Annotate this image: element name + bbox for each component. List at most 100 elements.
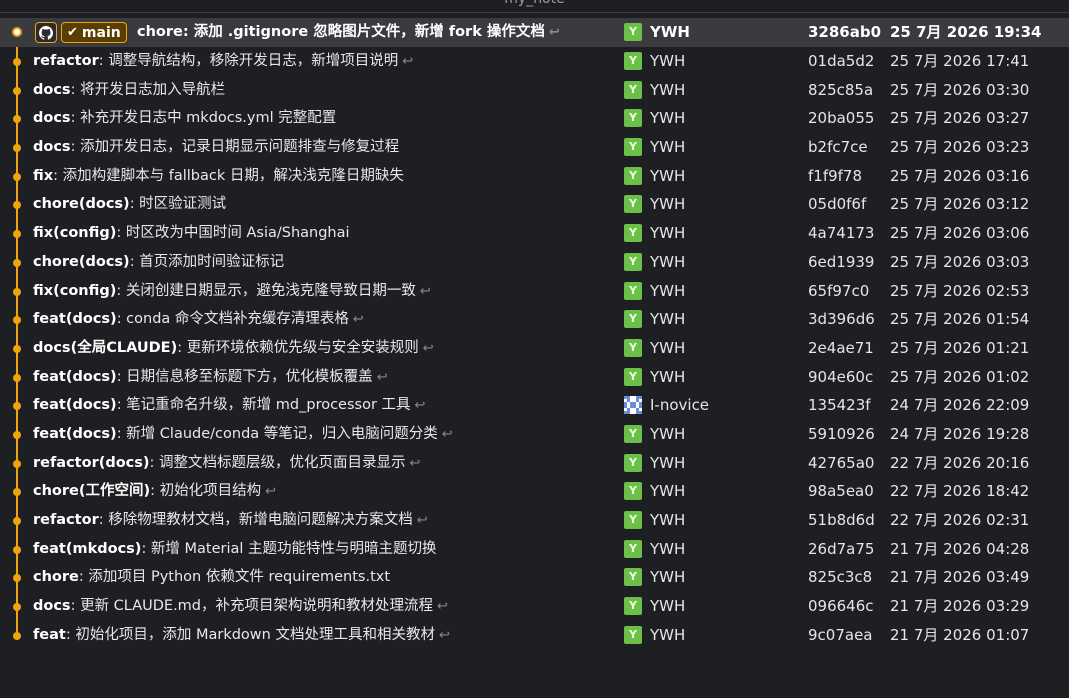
commit-row[interactable]: refactor: 调整导航结构，移除开发日志，新增项目说明 ↩ Y YWH 01da5… <box>0 47 1069 76</box>
commit-sha: b2fc7ce <box>808 138 868 157</box>
commit-type: refactor <box>33 53 99 69</box>
commit-type: chore: <box>137 24 189 40</box>
commit-author: YWH <box>650 138 686 157</box>
multiline-return-icon: ↩ <box>402 54 414 69</box>
commit-message: fix: 添加构建脚本与 fallback 日期，解决浅克隆日期缺失 <box>33 162 618 191</box>
commit-author: YWH <box>650 281 686 300</box>
commit-type: refactor(docs) <box>33 454 150 471</box>
commit-date: 24 7月 2026 19:28 <box>890 424 1030 443</box>
multiline-return-icon: ↩ <box>438 627 450 643</box>
commit-message: chore(docs): 首页添加时间验证标记 <box>33 248 618 277</box>
author-avatar: Y <box>624 281 642 300</box>
commit-message: feat: 初始化项目，添加 Markdown 文档处理工具和相关教材 ↩ <box>33 621 618 650</box>
commit-message: docs: 将开发日志加入导航栏 <box>33 76 618 105</box>
commit-row[interactable]: chore(docs): 时区验证测试 Y YWH 05d0f6f 25 7月 2026… <box>0 190 1069 219</box>
commit-sha: 42765a0 <box>808 453 875 472</box>
commit-row[interactable]: docs: 将开发日志加入导航栏 Y YWH 825c85a 25 7月 2026 03… <box>0 76 1069 105</box>
commit-sha: 26d7a75 <box>808 539 875 558</box>
commit-row-head[interactable]: ✔ main chore: 添加 .gitignore 忽略图片文件，新增 fork… <box>0 18 1069 47</box>
commit-row[interactable]: feat(docs): 日期信息移至标题下方，优化模板覆盖 ↩ Y YWH 904e60… <box>0 363 1069 392</box>
commit-date: 22 7月 2026 20:16 <box>890 453 1030 472</box>
commit-type: docs <box>33 110 71 127</box>
commit-node-dot <box>13 631 21 640</box>
commit-row[interactable]: chore: 添加项目 Python 依赖文件 requirements.txt… <box>0 563 1069 592</box>
commit-row[interactable]: feat(docs): 新增 Claude/conda 等笔记，归入电脑问题分类… <box>0 420 1069 449</box>
commit-date: 25 7月 2026 03:23 <box>890 138 1030 157</box>
commit-message: fix(config): 时区改为中国时间 Asia/Shanghai <box>33 219 618 248</box>
multiline-return-icon: ↩ <box>409 455 421 471</box>
commit-row[interactable]: fix: 添加构建脚本与 fallback 日期，解决浅克隆日期缺失 Y YWH f1… <box>0 162 1069 191</box>
multiline-return-icon: ↩ <box>265 484 277 500</box>
commit-sha: 3d396d6 <box>808 310 875 329</box>
commit-subject: : 更新 CLAUDE.md，补充项目架构说明和教材处理流程 <box>70 598 434 615</box>
commit-message: chore: 添加 .gitignore 忽略图片文件，新增 fork 操作文档… <box>137 18 617 47</box>
commit-row[interactable]: docs: 添加开发日志，记录日期显示问题排查与修复过程 Y YWH b2fc7ce 2… <box>0 133 1069 162</box>
commit-node-dot <box>13 488 21 497</box>
multiline-return-icon: ↩ <box>419 283 431 299</box>
commit-row[interactable]: feat(mkdocs): 新增 Material 主题功能特性与明暗主题切换 Y… <box>0 535 1069 564</box>
commit-type: chore(docs) <box>33 196 130 213</box>
commit-sha: 904e60c <box>808 367 874 386</box>
commit-type: refactor <box>33 512 99 528</box>
commit-date: 21 7月 2026 03:29 <box>890 597 1030 616</box>
commit-message: docs: 补充开发日志中 mkdocs.yml 完整配置 <box>33 104 618 133</box>
commit-row[interactable]: chore(工作空间): 初始化项目结构 ↩ Y YWH 98a5ea0 22 7月 20… <box>0 477 1069 506</box>
multiline-return-icon: ↩ <box>422 340 434 356</box>
commit-message: feat(docs): 笔记重命名升级，新增 md_processor 工具 ↩ <box>33 391 618 420</box>
commit-subject: 添加 .gitignore 忽略图片文件，新增 fork 操作文档 <box>188 24 545 40</box>
commit-subject: : 新增 Material 主题功能特性与明暗主题切换 <box>141 540 437 557</box>
commit-node-dot <box>13 574 21 583</box>
commit-node-dot <box>13 115 21 124</box>
commit-row[interactable]: refactor(docs): 调整文档标题层级，优化页面目录显示 ↩ Y YWH 42… <box>0 449 1069 478</box>
commit-author: YWH <box>650 338 686 357</box>
commit-date: 25 7月 2026 03:16 <box>890 166 1030 185</box>
commit-row[interactable]: chore(docs): 首页添加时间验证标记 Y YWH 6ed1939 25 7月 … <box>0 248 1069 277</box>
commit-message: refactor: 移除物理教材文档，新增电脑问题解决方案文档 ↩ <box>33 506 618 535</box>
commit-sha: f1f9f78 <box>808 166 863 185</box>
commit-node-dot <box>12 27 22 37</box>
commit-node-dot <box>13 230 21 239</box>
author-avatar: Y <box>624 195 642 214</box>
commit-message: chore(docs): 时区验证测试 <box>33 190 618 219</box>
commit-row[interactable]: docs(全局CLAUDE): 更新环境依赖优先级与安全安装规则 ↩ Y YWH 2e4… <box>0 334 1069 363</box>
commit-row[interactable]: fix(config): 关闭创建日期显示，避免浅克隆导致日期一致 ↩ Y YWH 65… <box>0 277 1069 306</box>
commit-message: fix(config): 关闭创建日期显示，避免浅克隆导致日期一致 ↩ <box>33 277 618 306</box>
commit-row[interactable]: refactor: 移除物理教材文档，新增电脑问题解决方案文档 ↩ Y YWH 51b8… <box>0 506 1069 535</box>
commit-date: 25 7月 2026 01:21 <box>890 338 1030 357</box>
commit-date: 25 7月 2026 03:03 <box>890 252 1030 271</box>
identicon-avatar <box>624 396 642 415</box>
commit-sha: 135423f <box>808 396 871 415</box>
github-remote-icon <box>35 22 57 43</box>
author-avatar: Y <box>624 80 642 99</box>
branch-name: main <box>81 24 121 41</box>
branch-badge-main[interactable]: ✔ main <box>61 22 127 43</box>
commit-author: YWH <box>650 453 686 472</box>
commit-node-dot <box>13 344 21 353</box>
commit-row[interactable]: fix(config): 时区改为中国时间 Asia/Shanghai Y YWH 4… <box>0 219 1069 248</box>
commit-subject: : 调整导航结构，移除开发日志，新增项目说明 <box>98 53 399 69</box>
commit-node-dot <box>13 86 21 95</box>
title-divider <box>0 12 1069 13</box>
author-avatar: Y <box>624 511 642 529</box>
commit-node-dot <box>13 172 21 181</box>
commit-author: YWH <box>650 109 686 128</box>
author-avatar: Y <box>624 539 642 558</box>
commit-type: fix <box>33 167 54 184</box>
commit-sha: 05d0f6f <box>808 195 867 214</box>
commit-type: docs <box>33 139 71 156</box>
commit-row[interactable]: docs: 补充开发日志中 mkdocs.yml 完整配置 Y YWH 20ba055… <box>0 104 1069 133</box>
commit-message: docs: 添加开发日志，记录日期显示问题排查与修复过程 <box>33 133 618 162</box>
commit-author: I-novice <box>650 396 710 415</box>
commit-sha: 825c85a <box>808 80 874 99</box>
commit-row[interactable]: feat(docs): conda 命令文档补充缓存清理表格 ↩ Y YWH 3d396… <box>0 305 1069 334</box>
multiline-return-icon: ↩ <box>376 369 388 385</box>
commit-message: docs(全局CLAUDE): 更新环境依赖优先级与安全安装规则 ↩ <box>33 334 618 363</box>
commit-message: chore(工作空间): 初始化项目结构 ↩ <box>33 477 618 506</box>
commit-row[interactable]: feat(docs): 笔记重命名升级，新增 md_processor 工具 ↩ I… <box>0 391 1069 420</box>
multiline-return-icon: ↩ <box>414 398 426 414</box>
commit-subject: : 时区改为中国时间 Asia/Shanghai <box>116 225 350 242</box>
commit-author: YWH <box>650 424 686 443</box>
commit-row[interactable]: feat: 初始化项目，添加 Markdown 文档处理工具和相关教材 ↩ Y YWH… <box>0 621 1069 650</box>
commit-node-dot <box>13 287 21 296</box>
commit-row[interactable]: docs: 更新 CLAUDE.md，补充项目架构说明和教材处理流程 ↩ Y YWH 0… <box>0 592 1069 621</box>
